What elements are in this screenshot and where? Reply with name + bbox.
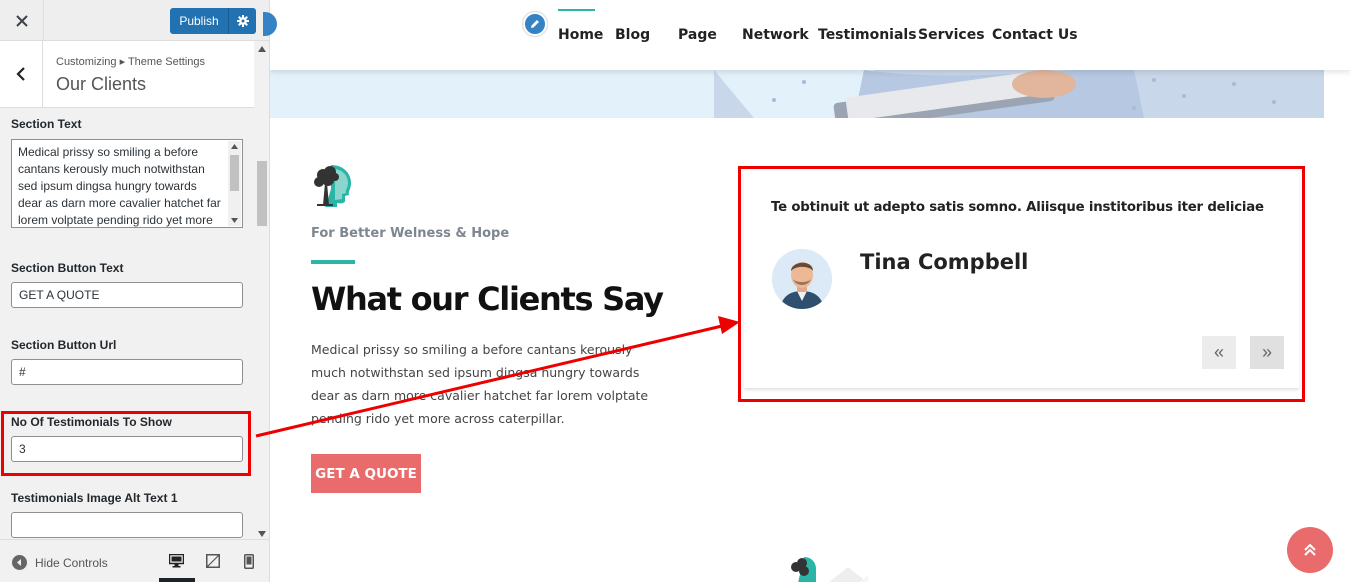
hero-image [714, 70, 1324, 118]
controls-list: Section Text Medical prissy so smiling a… [0, 109, 254, 539]
footer-logo-partial [788, 553, 908, 582]
preview-desktop-button[interactable] [168, 553, 185, 570]
customizer-footer: Hide Controls [0, 539, 269, 582]
close-icon [15, 14, 28, 27]
wellness-logo [311, 163, 353, 207]
hide-controls-label: Hide Controls [35, 555, 108, 570]
mobile-icon [244, 554, 254, 569]
nav-item-network[interactable]: Network [742, 27, 809, 43]
desktop-icon [168, 553, 185, 568]
scroll-up-icon [231, 144, 238, 149]
panel-title: Our Clients [56, 74, 147, 94]
scroll-up-icon [258, 46, 266, 52]
publish-group: Publish [170, 8, 256, 34]
customizer-window: Publish Customizing ▸ Theme Settings Our… [0, 0, 1351, 582]
site-navigation: Home Blog Page Network Testimonials Serv… [270, 0, 1351, 70]
button-text-label: Section Button Text [11, 261, 124, 275]
nav-item-services[interactable]: Services [918, 27, 985, 43]
section-tagline: For Better Welness & Hope [311, 226, 510, 241]
nav-item-blog[interactable]: Blog [615, 27, 650, 43]
image-alt-input[interactable] [11, 512, 243, 538]
preview-mobile-button[interactable] [244, 554, 260, 570]
close-customizer-button[interactable] [0, 0, 44, 41]
panel-header: Customizing ▸ Theme Settings Our Clients [0, 41, 254, 108]
hide-controls-button[interactable]: Hide Controls [12, 555, 108, 570]
chevron-left-icon [16, 67, 25, 81]
edit-menu-shortcut[interactable] [523, 12, 547, 36]
back-button[interactable] [0, 41, 43, 107]
preview-tablet-button[interactable] [206, 554, 222, 570]
section-text-value: Medical prissy so smiling a before canta… [18, 145, 221, 227]
pencil-icon [531, 20, 539, 28]
nav-item-page[interactable]: Page [678, 27, 717, 43]
button-url-label: Section Button Url [11, 338, 117, 352]
tagline-divider [311, 260, 355, 264]
scroll-down-icon [231, 218, 238, 223]
nav-item-testimonials[interactable]: Testimonials [818, 27, 917, 43]
testimonials-count-label: No Of Testimonials To Show [11, 415, 172, 429]
highlight-box-testimonial [738, 166, 1305, 402]
site-preview: Home Blog Page Network Testimonials Serv… [270, 0, 1351, 582]
scroll-to-top-button[interactable] [1287, 527, 1333, 573]
get-a-quote-button[interactable]: GET A QUOTE [311, 454, 421, 493]
customizer-sidebar: Publish Customizing ▸ Theme Settings Our… [0, 0, 270, 582]
section-body-text: Medical prissy so smiling a before canta… [311, 342, 649, 426]
sidebar-scrollbar[interactable] [255, 41, 269, 539]
nav-active-indicator [558, 9, 595, 11]
image-alt-label: Testimonials Image Alt Text 1 [11, 491, 178, 505]
gear-icon [236, 15, 249, 27]
sidebar-scroll-thumb[interactable] [257, 161, 267, 226]
doctor-clipboard-image [714, 70, 1324, 118]
tablet-icon [206, 554, 220, 568]
testimonials-count-input[interactable]: 3 [11, 436, 243, 462]
section-text-textarea[interactable]: Medical prissy so smiling a before canta… [11, 139, 243, 228]
scroll-down-icon [258, 531, 266, 537]
customizer-header: Publish [0, 0, 269, 41]
breadcrumb: Customizing ▸ Theme Settings [56, 56, 205, 68]
button-text-input[interactable]: GET A QUOTE [11, 282, 243, 308]
section-heading: What our Clients Say [311, 280, 664, 318]
active-device-indicator [159, 578, 195, 582]
head-tree-logo [791, 557, 908, 582]
button-url-input[interactable]: # [11, 359, 243, 385]
collapse-icon [12, 555, 27, 570]
textarea-scroll-thumb[interactable] [230, 155, 239, 191]
section-text-label: Section Text [11, 117, 82, 131]
head-tree-logo [314, 165, 351, 207]
nav-item-home[interactable]: Home [558, 27, 603, 43]
textarea-scrollbar[interactable] [228, 141, 241, 226]
publish-button[interactable]: Publish [170, 8, 228, 34]
double-chevron-up-icon [1304, 543, 1316, 556]
nav-item-contact-us[interactable]: Contact Us [992, 27, 1078, 43]
hero-banner [270, 70, 1324, 118]
publish-settings-button[interactable] [228, 8, 256, 34]
